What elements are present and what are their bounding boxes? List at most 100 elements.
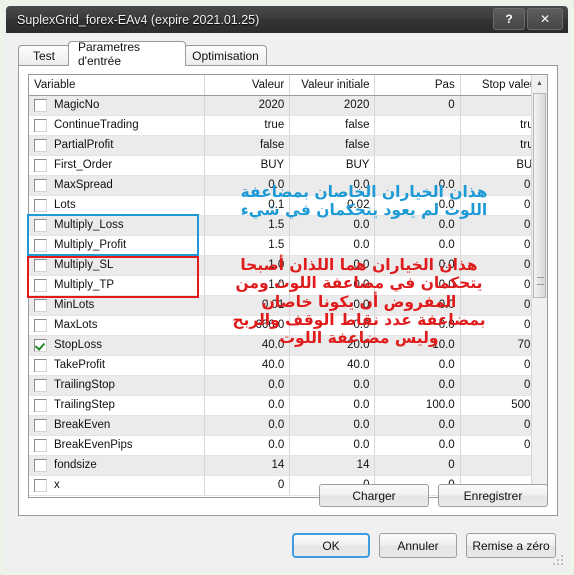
cell-pas[interactable]: 0.0 bbox=[374, 235, 461, 256]
checkbox-icon[interactable] bbox=[34, 158, 47, 172]
cell-valeur-initiale[interactable]: 0.0 bbox=[289, 175, 376, 196]
checkbox-icon[interactable] bbox=[34, 458, 47, 472]
cell-valeur-initiale[interactable]: 0.0 bbox=[289, 395, 376, 416]
cell-valeur-initiale[interactable]: false bbox=[289, 135, 376, 156]
checkbox-icon[interactable] bbox=[34, 298, 47, 312]
cell-variable[interactable]: First_Order bbox=[29, 155, 205, 176]
cell-valeur[interactable]: 2020 bbox=[204, 95, 291, 116]
cell-pas[interactable]: 0.0 bbox=[374, 255, 461, 276]
scrollbar-thumb[interactable] bbox=[533, 93, 546, 298]
table-row[interactable]: Multiply_SL1.00.00.00.0 bbox=[29, 255, 547, 276]
cell-valeur[interactable]: 40.0 bbox=[204, 355, 291, 376]
ok-button[interactable]: OK bbox=[292, 533, 370, 558]
cell-pas[interactable]: 10.0 bbox=[374, 335, 461, 356]
cell-variable[interactable]: Multiply_Profit bbox=[29, 235, 205, 256]
cell-valeur[interactable]: 0.1 bbox=[204, 195, 291, 216]
cell-variable[interactable]: TrailingStep bbox=[29, 395, 205, 416]
checkbox-icon[interactable] bbox=[34, 138, 47, 152]
cell-variable[interactable]: ContinueTrading bbox=[29, 115, 205, 136]
cell-valeur[interactable]: 0.0 bbox=[204, 375, 291, 396]
enregistrer-button[interactable]: Enregistrer bbox=[438, 484, 548, 507]
checkbox-checked-icon[interactable] bbox=[34, 338, 47, 352]
cell-variable[interactable]: BreakEven bbox=[29, 415, 205, 436]
cell-valeur-initiale[interactable]: 0.0 bbox=[289, 415, 376, 436]
table-row[interactable]: Multiply_Profit1.50.00.00.0 bbox=[29, 235, 547, 256]
cell-variable[interactable]: Lots bbox=[29, 195, 205, 216]
tab-test[interactable]: Test bbox=[18, 45, 70, 65]
cell-variable[interactable]: Multiply_Loss bbox=[29, 215, 205, 236]
cell-pas[interactable]: 0.0 bbox=[374, 415, 461, 436]
cell-valeur-initiale[interactable]: BUY bbox=[289, 155, 376, 176]
tab-parametres-d-entree[interactable]: Parametres d'entrée bbox=[68, 40, 186, 68]
checkbox-icon[interactable] bbox=[34, 178, 47, 192]
cell-valeur[interactable]: 0.0 bbox=[204, 175, 291, 196]
cell-variable[interactable]: Multiply_TP bbox=[29, 275, 205, 296]
cell-variable[interactable]: fondsize bbox=[29, 455, 205, 476]
cell-valeur[interactable]: 1.0 bbox=[204, 255, 291, 276]
table-row[interactable]: Lots0.10.020.00.0 bbox=[29, 195, 547, 216]
cell-valeur[interactable]: 666.0 bbox=[204, 315, 291, 336]
table-row[interactable]: BreakEvenPips0.00.00.00.0 bbox=[29, 435, 547, 456]
resize-grip-icon[interactable] bbox=[551, 553, 563, 565]
table-row[interactable]: MagicNo2020202000 bbox=[29, 95, 547, 116]
checkbox-icon[interactable] bbox=[34, 438, 47, 452]
charger-button[interactable]: Charger bbox=[319, 484, 429, 507]
cell-valeur[interactable]: true bbox=[204, 115, 291, 136]
cell-variable[interactable]: PartialProfit bbox=[29, 135, 205, 156]
checkbox-icon[interactable] bbox=[34, 258, 47, 272]
cell-valeur[interactable]: 1.5 bbox=[204, 215, 291, 236]
cell-variable[interactable]: MagicNo bbox=[29, 95, 205, 116]
table-row[interactable]: BreakEven0.00.00.00.0 bbox=[29, 415, 547, 436]
cell-valeur-initiale[interactable]: 0.0 bbox=[289, 295, 376, 316]
cell-valeur[interactable]: 40.0 bbox=[204, 335, 291, 356]
checkbox-icon[interactable] bbox=[34, 118, 47, 132]
cell-valeur[interactable]: 1.0 bbox=[204, 275, 291, 296]
cell-variable[interactable]: MinLots bbox=[29, 295, 205, 316]
cell-variable[interactable]: TakeProfit bbox=[29, 355, 205, 376]
column-header-pas[interactable]: Pas bbox=[374, 75, 461, 96]
cell-valeur-initiale[interactable]: 0.0 bbox=[289, 315, 376, 336]
cell-variable[interactable]: BreakEvenPips bbox=[29, 435, 205, 456]
checkbox-icon[interactable] bbox=[34, 238, 47, 252]
table-row[interactable]: TrailingStop0.00.00.00.0 bbox=[29, 375, 547, 396]
cell-pas[interactable]: 0.0 bbox=[374, 215, 461, 236]
cell-variable[interactable]: Multiply_SL bbox=[29, 255, 205, 276]
cell-valeur[interactable]: 0 bbox=[204, 475, 291, 496]
cell-pas[interactable]: 0.0 bbox=[374, 355, 461, 376]
cell-valeur-initiale[interactable]: 20.0 bbox=[289, 335, 376, 356]
checkbox-icon[interactable] bbox=[34, 198, 47, 212]
checkbox-icon[interactable] bbox=[34, 318, 47, 332]
table-row[interactable]: MaxLots666.00.00.00.0 bbox=[29, 315, 547, 336]
cell-pas[interactable]: 0 bbox=[374, 95, 461, 116]
cell-variable[interactable]: x bbox=[29, 475, 205, 496]
table-row[interactable]: fondsize141400 bbox=[29, 455, 547, 476]
cell-pas[interactable]: 0.0 bbox=[374, 295, 461, 316]
checkbox-icon[interactable] bbox=[34, 358, 47, 372]
cell-valeur-initiale[interactable]: 0.0 bbox=[289, 375, 376, 396]
cell-variable[interactable]: StopLoss bbox=[29, 335, 205, 356]
annuler-button[interactable]: Annuler bbox=[379, 533, 457, 558]
cell-valeur[interactable]: 1.5 bbox=[204, 235, 291, 256]
table-row[interactable]: Multiply_TP1.00.00.00.0 bbox=[29, 275, 547, 296]
cell-variable[interactable]: MaxSpread bbox=[29, 175, 205, 196]
cell-pas[interactable] bbox=[374, 115, 461, 136]
cell-valeur[interactable]: 0.0 bbox=[204, 415, 291, 436]
cell-variable[interactable]: TrailingStop bbox=[29, 375, 205, 396]
checkbox-icon[interactable] bbox=[34, 398, 47, 412]
cell-valeur-initiale[interactable]: 0.02 bbox=[289, 195, 376, 216]
cell-pas[interactable]: 0.0 bbox=[374, 435, 461, 456]
cell-valeur[interactable]: 14 bbox=[204, 455, 291, 476]
grid-vertical-scrollbar[interactable]: ▲ ▼ bbox=[531, 75, 547, 497]
cell-pas[interactable] bbox=[374, 135, 461, 156]
cell-valeur-initiale[interactable]: 0.0 bbox=[289, 275, 376, 296]
cell-pas[interactable] bbox=[374, 155, 461, 176]
cell-valeur-initiale[interactable]: 14 bbox=[289, 455, 376, 476]
table-row[interactable]: Multiply_Loss1.50.00.00.0 bbox=[29, 215, 547, 236]
column-header-variable[interactable]: Variable bbox=[29, 75, 205, 96]
cell-valeur-initiale[interactable]: 0.0 bbox=[289, 235, 376, 256]
cell-valeur-initiale[interactable]: 0.0 bbox=[289, 255, 376, 276]
table-row[interactable]: TrailingStep 0.0 0.0 100.0 500.0 bbox=[29, 395, 547, 416]
help-button[interactable]: ? bbox=[493, 8, 525, 30]
cell-valeur-initiale[interactable]: false bbox=[289, 115, 376, 136]
cell-valeur[interactable]: 0.01 bbox=[204, 295, 291, 316]
